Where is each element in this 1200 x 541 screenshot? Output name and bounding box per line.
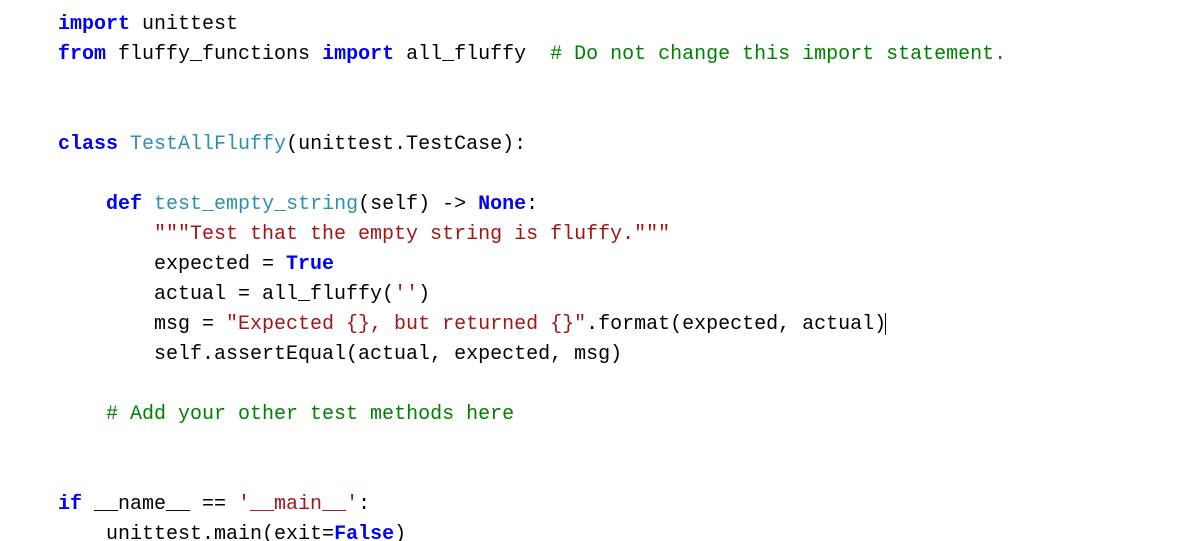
keyword-from: from bbox=[58, 43, 106, 66]
function-name: test_empty_string bbox=[154, 193, 358, 216]
keyword-import: import bbox=[58, 13, 130, 36]
code-line: actual = all_fluffy('') bbox=[58, 283, 430, 306]
code-line: class TestAllFluffy(unittest.TestCase): bbox=[58, 133, 526, 156]
code-line: # Add your other test methods here bbox=[58, 403, 514, 426]
comment: # Do not change this import statement. bbox=[550, 43, 1006, 66]
keyword-class: class bbox=[58, 133, 118, 156]
keyword-none: None bbox=[478, 193, 526, 216]
code-line: msg = "Expected {}, but returned {}".for… bbox=[58, 313, 886, 336]
import-name: all_fluffy bbox=[394, 43, 550, 66]
code-text: __name__ == bbox=[82, 493, 238, 516]
module-name: unittest bbox=[130, 13, 238, 36]
keyword-def: def bbox=[106, 193, 142, 216]
keyword-import: import bbox=[322, 43, 394, 66]
code-line: expected = True bbox=[58, 253, 334, 276]
code-line: if __name__ == '__main__': bbox=[58, 493, 370, 516]
code-text: expected = bbox=[154, 253, 286, 276]
class-bases: (unittest.TestCase): bbox=[286, 133, 526, 156]
keyword-if: if bbox=[58, 493, 82, 516]
code-text: : bbox=[358, 493, 370, 516]
class-name: TestAllFluffy bbox=[130, 133, 286, 156]
string-literal: "Expected {}, but returned {}" bbox=[226, 313, 586, 336]
code-line: """Test that the empty string is fluffy.… bbox=[58, 223, 670, 246]
code-text: ) bbox=[394, 523, 406, 541]
code-line: from fluffy_functions import all_fluffy … bbox=[58, 43, 1006, 66]
code-line: unittest.main(exit=False) bbox=[58, 523, 406, 541]
keyword-true: True bbox=[286, 253, 334, 276]
code-block: import unittest from fluffy_functions im… bbox=[0, 0, 1200, 541]
code-text: msg = bbox=[154, 313, 226, 336]
comment: # Add your other test methods here bbox=[106, 403, 514, 426]
function-params: (self) -> bbox=[358, 193, 478, 216]
code-line: self.assertEqual(actual, expected, msg) bbox=[58, 343, 622, 366]
string-literal: '' bbox=[394, 283, 418, 306]
module-name: fluffy_functions bbox=[106, 43, 322, 66]
keyword-false: False bbox=[334, 523, 394, 541]
code-text: unittest.main(exit= bbox=[106, 523, 334, 541]
code-line: def test_empty_string(self) -> None: bbox=[58, 193, 538, 216]
code-line: import unittest bbox=[58, 13, 238, 36]
code-text: self.assertEqual(actual, expected, msg) bbox=[154, 343, 622, 366]
code-text: .format(expected, actual) bbox=[586, 313, 886, 336]
code-text: actual = all_fluffy( bbox=[154, 283, 394, 306]
code-text: ) bbox=[418, 283, 430, 306]
text-cursor bbox=[885, 313, 886, 335]
docstring: """Test that the empty string is fluffy.… bbox=[154, 223, 670, 246]
string-literal: '__main__' bbox=[238, 493, 358, 516]
